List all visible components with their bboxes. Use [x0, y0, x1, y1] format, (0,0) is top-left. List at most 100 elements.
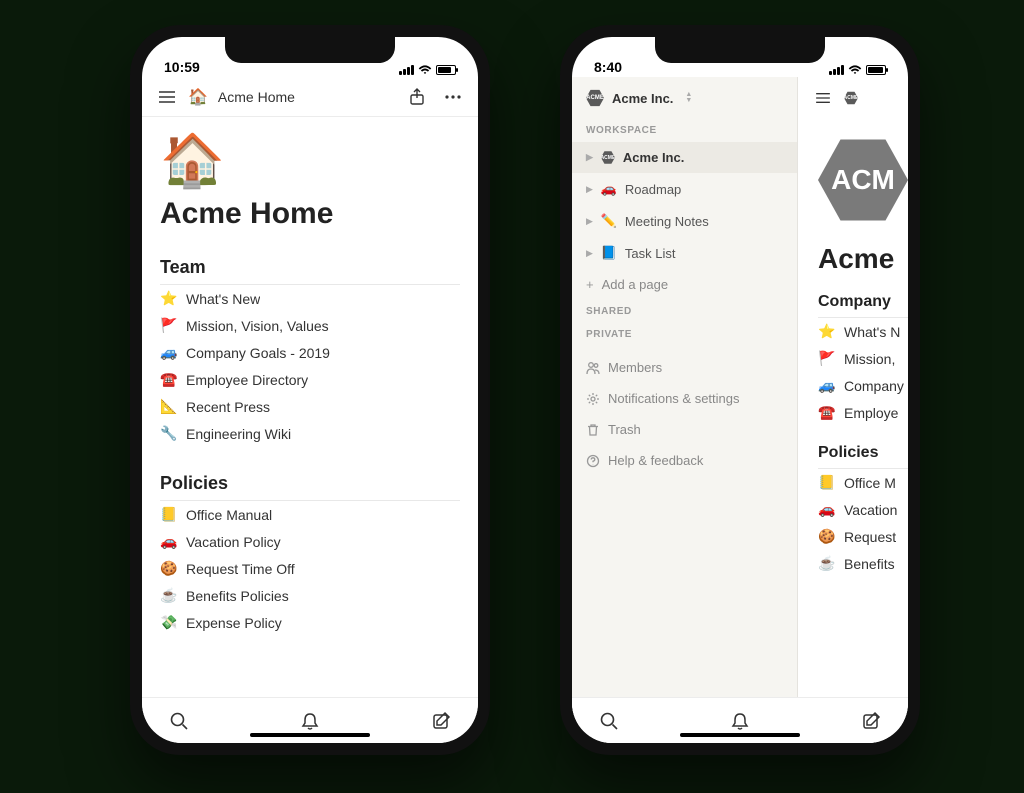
page-link[interactable]: ⭐What's N: [818, 318, 908, 345]
flag-icon: 🚩: [818, 350, 836, 367]
wifi-icon: [418, 65, 432, 75]
workspace-badge-icon: ACME: [586, 89, 604, 107]
workspace-name: Acme Inc.: [612, 91, 673, 106]
bottom-bar: [572, 697, 908, 743]
page-link[interactable]: 🍪Request: [818, 523, 908, 550]
section-heading-team: Team: [160, 257, 460, 278]
sidebar-help[interactable]: Help & feedback: [572, 445, 797, 476]
page-link[interactable]: ☕Benefits: [818, 550, 908, 577]
workspace-badge-icon: ACME: [601, 151, 615, 165]
press-icon: 📐: [160, 398, 178, 415]
add-page-label: Add a page: [602, 277, 669, 292]
more-button[interactable]: [442, 86, 464, 108]
workspace-switcher[interactable]: ACME Acme Inc. ▲▼: [572, 77, 797, 119]
share-button[interactable]: [406, 86, 428, 108]
page-title: Acme: [818, 243, 908, 275]
sidebar-members[interactable]: Members: [572, 352, 797, 383]
sidebar-item-acme[interactable]: ▶ ACME Acme Inc.: [572, 142, 797, 173]
coffee-icon: ☕: [818, 555, 836, 572]
page-link[interactable]: 🚙Company: [818, 372, 908, 399]
status-time: 10:59: [164, 59, 200, 75]
sidebar-trash[interactable]: Trash: [572, 414, 797, 445]
link-label: Request: [844, 529, 896, 545]
link-label: Recent Press: [186, 399, 270, 415]
sidebar-item-label: Acme Inc.: [623, 150, 684, 165]
sidebar-item-label: Trash: [608, 422, 641, 437]
sidebar-item-label: Task List: [625, 246, 676, 261]
add-page-button[interactable]: + Add a page: [572, 269, 797, 300]
page-link[interactable]: 📐 Recent Press: [160, 393, 460, 420]
top-nav: 🏠 Acme Home: [142, 77, 478, 117]
car-icon: 🚗: [601, 181, 617, 197]
sidebar-item-meeting-notes[interactable]: ▶ ✏️ Meeting Notes: [572, 205, 797, 237]
car-icon: 🚙: [160, 344, 178, 361]
sidebar-settings[interactable]: Notifications & settings: [572, 383, 797, 414]
link-label: Employee Directory: [186, 372, 308, 388]
gear-icon: [586, 392, 600, 406]
menu-button[interactable]: [156, 86, 178, 108]
search-button[interactable]: [168, 710, 190, 732]
page-link[interactable]: 🚙 Company Goals - 2019: [160, 339, 460, 366]
sidebar-item-roadmap[interactable]: ▶ 🚗 Roadmap: [572, 173, 797, 205]
page-link[interactable]: ☎️Employee Directory: [160, 366, 460, 393]
link-label: Company Goals - 2019: [186, 345, 330, 361]
page-peek[interactable]: ACME ACM Acme Company ⭐What's N 🚩 Mission…: [798, 77, 908, 743]
notifications-button[interactable]: [299, 710, 321, 732]
screen: 10:59 🏠 Acme Home: [142, 37, 478, 743]
status-icons: [399, 65, 456, 75]
battery-icon: [866, 65, 886, 75]
star-icon: ⭐: [818, 323, 836, 340]
page-link[interactable]: 📒Office Manual: [160, 501, 460, 528]
notifications-button[interactable]: [729, 710, 751, 732]
page-icon[interactable]: 🏠: [160, 135, 460, 187]
home-indicator: [250, 733, 370, 737]
link-label: Mission, Vision, Values: [186, 318, 329, 334]
notebook-icon: 📒: [818, 474, 836, 491]
wrench-icon: 🔧: [160, 425, 178, 442]
signal-icon: [829, 65, 844, 75]
page-link[interactable]: 🚗Vacation Policy: [160, 528, 460, 555]
sidebar: ACME Acme Inc. ▲▼ WORKSPACE ▶ ACME Acme …: [572, 77, 798, 743]
trash-icon: [586, 423, 600, 437]
page-link[interactable]: ☎️Employe: [818, 399, 908, 426]
workspace-badge-icon: ACME: [844, 91, 858, 105]
sidebar-item-task-list[interactable]: ▶ 📘 Task List: [572, 237, 797, 269]
page-link[interactable]: 🚗Vacation: [818, 496, 908, 523]
section-label-shared: SHARED: [572, 300, 797, 323]
compose-button[interactable]: [430, 710, 452, 732]
section-heading-policies: Policies: [818, 444, 908, 462]
link-label: Vacation Policy: [186, 534, 281, 550]
wifi-icon: [848, 65, 862, 75]
search-button[interactable]: [598, 710, 620, 732]
sidebar-item-label: Members: [608, 360, 662, 375]
breadcrumb-title[interactable]: Acme Home: [218, 89, 295, 105]
pencil-icon: ✏️: [601, 213, 617, 229]
link-label: Mission,: [844, 351, 895, 367]
page-link[interactable]: 📒Office M: [818, 469, 908, 496]
page-link[interactable]: 🚩Mission, Vision, Values: [160, 312, 460, 339]
page-link[interactable]: 🍪Request Time Off: [160, 555, 460, 582]
page-link[interactable]: 🔧 Engineering Wiki: [160, 420, 460, 447]
menu-button[interactable]: [812, 87, 834, 109]
car-icon: 🚙: [818, 377, 836, 394]
section-heading-policies: Policies: [160, 473, 460, 494]
sidebar-item-label: Roadmap: [625, 182, 681, 197]
page-link[interactable]: 🚩 Mission,: [818, 345, 908, 372]
sidebar-item-label: Help & feedback: [608, 453, 703, 468]
page-content: 🏠 Acme Home Team ⭐What's New 🚩Mission, V…: [142, 117, 478, 697]
help-icon: [586, 454, 600, 468]
page-link[interactable]: ☕Benefits Policies: [160, 582, 460, 609]
members-icon: [586, 361, 600, 375]
page-link[interactable]: ⭐What's New: [160, 285, 460, 312]
section-label-workspace: WORKSPACE: [572, 119, 797, 142]
compose-button[interactable]: [860, 710, 882, 732]
status-time: 8:40: [594, 59, 622, 75]
breadcrumb-icon: 🏠: [188, 87, 208, 107]
page-link[interactable]: 💸Expense Policy: [160, 609, 460, 636]
section-heading-company: Company: [818, 293, 908, 311]
page-icon: ACM: [818, 135, 908, 225]
link-label: Engineering Wiki: [186, 426, 291, 442]
link-label: What's New: [186, 291, 260, 307]
chevron-updown-icon: ▲▼: [685, 92, 692, 104]
money-icon: 💸: [160, 614, 178, 631]
